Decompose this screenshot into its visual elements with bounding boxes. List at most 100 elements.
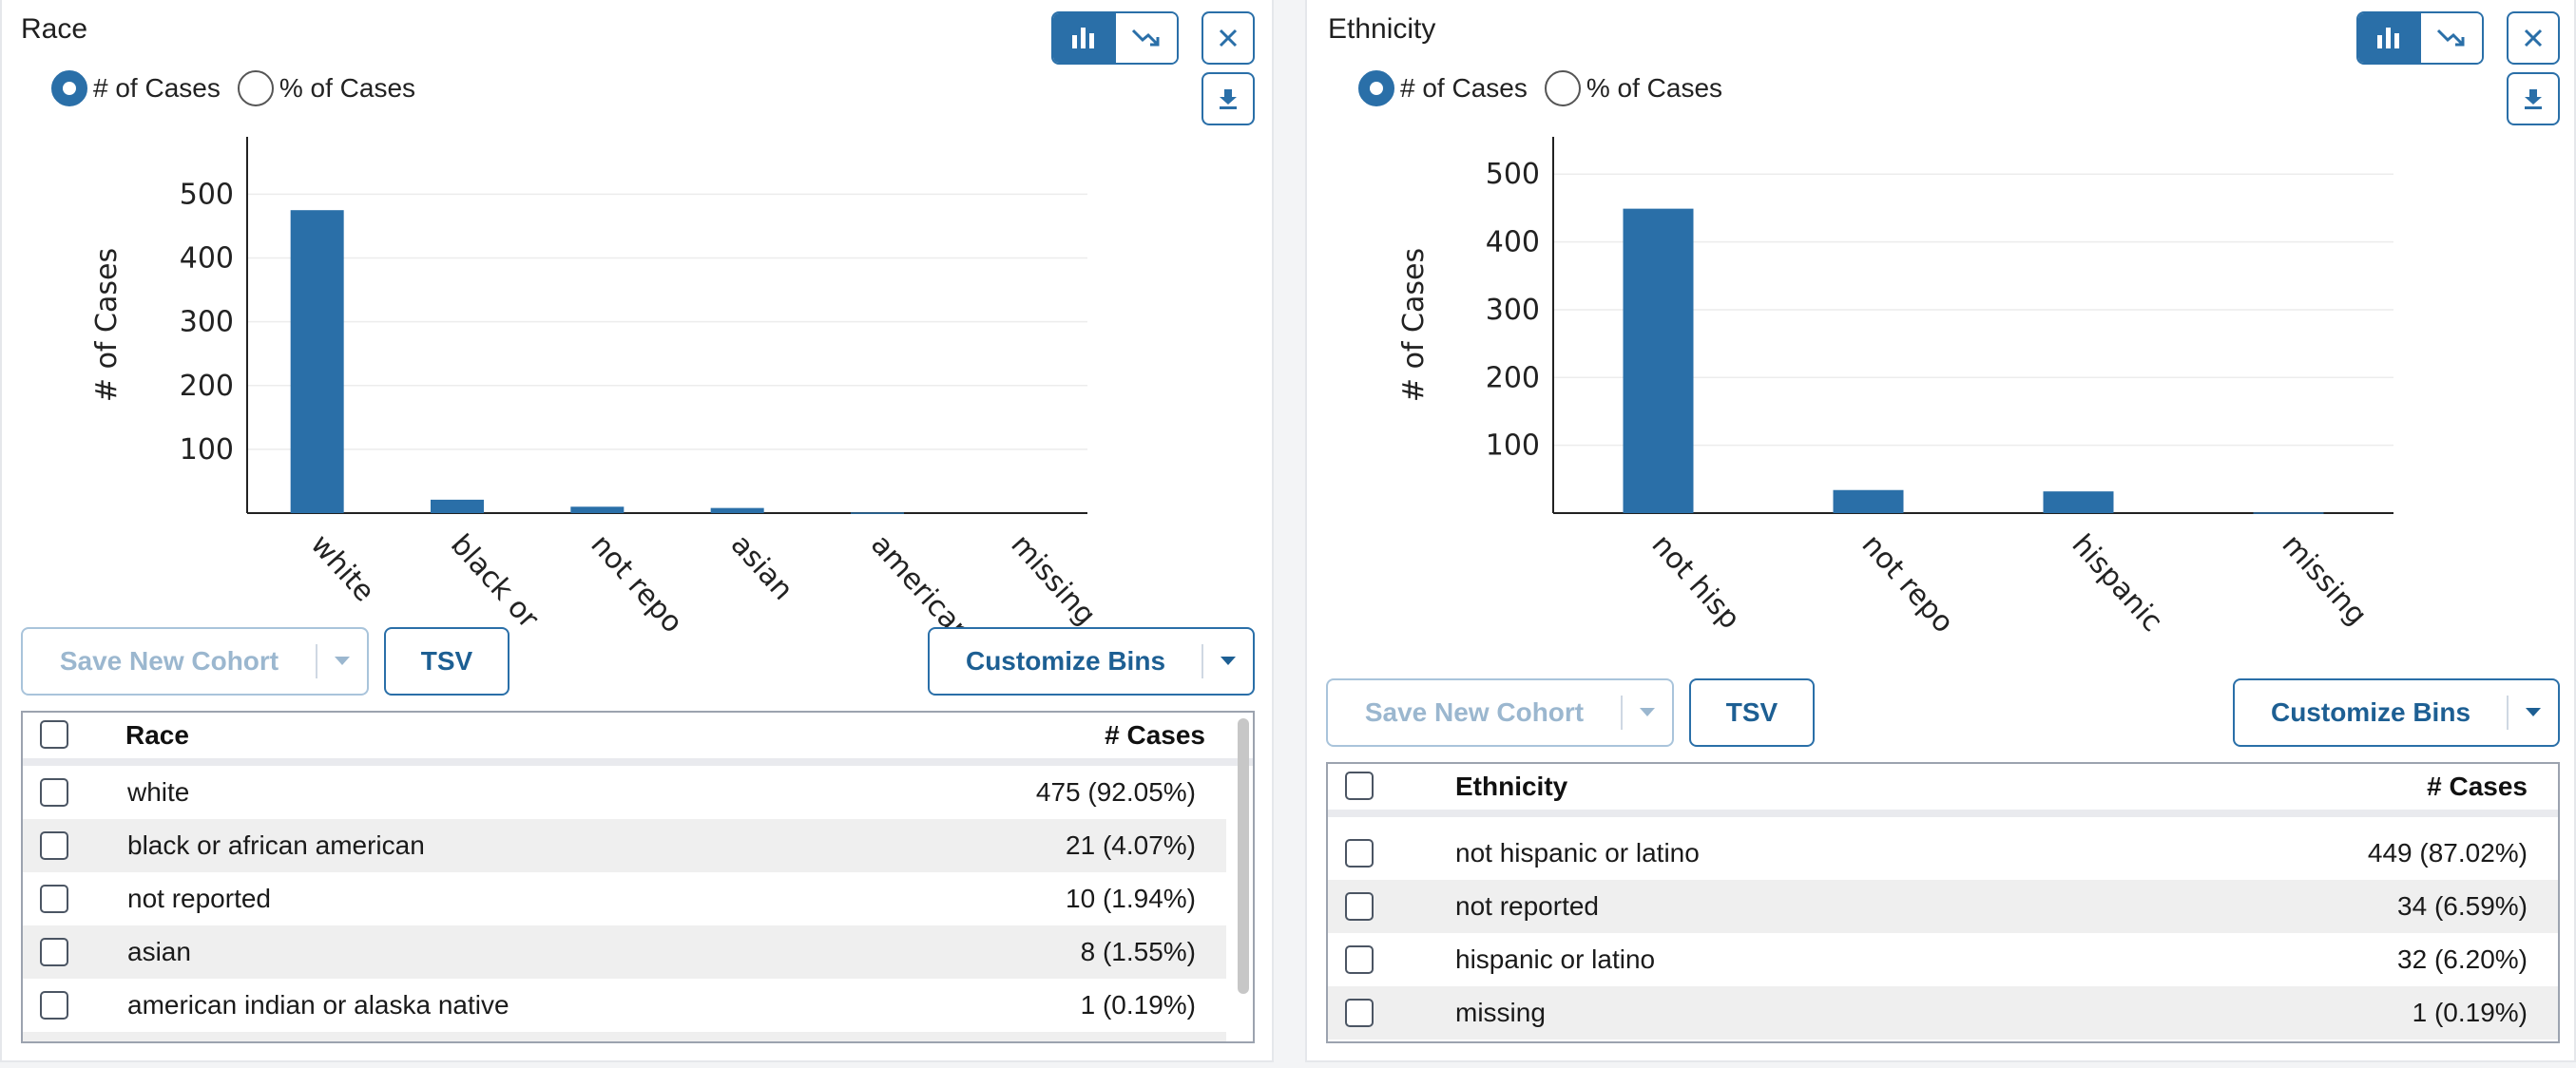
customize-bins-button[interactable]: Customize Bins — [2233, 678, 2560, 747]
close-icon — [2524, 29, 2543, 48]
row-checkbox[interactable] — [1345, 892, 1374, 921]
table-row[interactable]: not hispanic or latino 449 (87.02%) — [1328, 827, 2558, 880]
column-header-race: Race — [125, 720, 189, 750]
row-checkbox[interactable] — [40, 885, 68, 913]
bar-chart-icon — [1072, 28, 1094, 48]
x-tick-label: not hisp — [1645, 528, 1747, 636]
table-scrollbar[interactable] — [1238, 718, 1249, 994]
y-tick-label: 200 — [1486, 361, 1540, 394]
row-count: 8 (1.55%) — [1080, 937, 1196, 966]
row-name: not reported — [1455, 891, 1599, 921]
customize-bins-label: Customize Bins — [965, 646, 1166, 676]
tsv-button[interactable]: TSV — [384, 627, 509, 696]
row-count: 21 (4.07%) — [1066, 830, 1196, 860]
table-row-partial — [23, 1032, 1226, 1041]
x-tick-label: not repo — [1855, 528, 1960, 639]
chevron-down-icon[interactable] — [1623, 708, 1672, 717]
table-header: Ethnicity # Cases — [1328, 764, 2558, 817]
x-tick-label: not repo — [584, 528, 688, 639]
download-icon — [1220, 89, 1237, 109]
column-header-ethnicity: Ethnicity — [1455, 772, 1568, 801]
row-checkbox[interactable] — [40, 938, 68, 966]
x-tick-label: missing — [2276, 528, 2374, 632]
y-tick-label: 400 — [1486, 226, 1540, 259]
count-radio[interactable] — [1358, 70, 1394, 106]
bar — [1623, 208, 1694, 513]
x-tick-label: white — [304, 528, 381, 608]
x-tick-label: missing — [1004, 528, 1102, 632]
y-tick-label: 300 — [1486, 294, 1540, 327]
download-button[interactable] — [1201, 72, 1255, 125]
row-name: white — [127, 777, 190, 807]
column-header-cases: # Cases — [1105, 720, 1205, 750]
y-tick-label: 500 — [180, 178, 234, 211]
percent-radio[interactable] — [1544, 70, 1581, 106]
row-count: 1 (0.19%) — [1080, 990, 1196, 1020]
table-header: Race # Cases — [23, 713, 1253, 766]
table-row[interactable]: hispanic or latino 32 (6.20%) — [1328, 933, 2558, 986]
row-count: 34 (6.59%) — [2397, 891, 2528, 921]
tsv-label: TSV — [420, 646, 473, 676]
close-button[interactable] — [2507, 11, 2560, 65]
count-radio-label: # of Cases — [93, 73, 221, 103]
download-button[interactable] — [2507, 72, 2560, 125]
row-checkbox[interactable] — [40, 778, 68, 807]
ethnicity-table: Ethnicity # Cases not hispanic or latino… — [1326, 762, 2560, 1043]
customize-bins-button[interactable]: Customize Bins — [928, 627, 1255, 696]
percent-radio-label: % of Cases — [1586, 73, 1723, 103]
row-checkbox[interactable] — [40, 991, 68, 1020]
save-new-cohort-label: Save New Cohort — [1364, 697, 1585, 727]
race-table: Race # Cases white 475 (92.05%) black or… — [21, 711, 1255, 1043]
table-row[interactable]: missing 1 (0.19%) — [1328, 986, 2558, 1039]
tsv-label: TSV — [1725, 697, 1778, 727]
column-header-cases: # Cases — [2427, 772, 2528, 801]
save-new-cohort-button[interactable]: Save New Cohort — [21, 627, 369, 696]
select-all-checkbox[interactable] — [40, 720, 68, 749]
count-radio[interactable] — [51, 70, 87, 106]
y-tick-label: 100 — [1486, 429, 1540, 463]
row-count: 475 (92.05%) — [1035, 777, 1196, 807]
survival-plot-button[interactable] — [1114, 13, 1177, 63]
save-new-cohort-label: Save New Cohort — [59, 646, 279, 676]
survival-plot-button[interactable] — [2419, 13, 2482, 63]
chevron-down-icon[interactable] — [1203, 657, 1253, 666]
card-title: Ethnicity — [1328, 13, 1436, 45]
bar — [2043, 491, 2114, 513]
chevron-down-icon[interactable] — [2509, 708, 2558, 717]
close-button[interactable] — [1201, 11, 1255, 65]
table-row[interactable]: white 475 (92.05%) — [23, 766, 1226, 819]
row-name: hispanic or latino — [1455, 944, 1656, 974]
chevron-down-icon[interactable] — [317, 657, 367, 666]
bar-chart-button[interactable] — [1053, 13, 1114, 63]
row-name: asian — [127, 937, 191, 966]
y-axis-title: # of Cases — [1397, 248, 1431, 402]
table-row[interactable]: black or african american 21 (4.07%) — [23, 819, 1226, 872]
table-row[interactable]: not reported 34 (6.59%) — [1328, 880, 2558, 933]
race-bar-chart: 100 200 300 400 500 # of Cases white black or no… — [90, 137, 1102, 650]
row-checkbox[interactable] — [1345, 839, 1374, 868]
bar — [851, 512, 904, 514]
save-new-cohort-button[interactable]: Save New Cohort — [1326, 678, 1674, 747]
row-name: black or african american — [127, 830, 425, 860]
ethnicity-card: Ethnicity # of Cases % of Cases 100 200 … — [1305, 0, 2576, 1062]
bar-chart-icon — [2377, 28, 2399, 48]
ethnicity-bar-chart: 100 200 300 400 500 # of Cases not hisp not rep… — [1397, 137, 2393, 639]
percent-radio[interactable] — [237, 70, 274, 106]
percent-radio-label: % of Cases — [279, 73, 416, 103]
y-tick-label: 500 — [1486, 158, 1540, 191]
tsv-button[interactable]: TSV — [1689, 678, 1815, 747]
table-row[interactable]: american indian or alaska native 1 (0.19… — [23, 979, 1226, 1032]
row-checkbox[interactable] — [1345, 999, 1374, 1027]
table-row[interactable]: not reported 10 (1.94%) — [23, 872, 1226, 925]
row-checkbox[interactable] — [40, 831, 68, 860]
trend-down-icon — [1131, 29, 1160, 47]
row-checkbox[interactable] — [1345, 945, 1374, 974]
bar-chart-button[interactable] — [2358, 13, 2419, 63]
bar — [710, 507, 764, 513]
y-axis-title: # of Cases — [90, 248, 124, 402]
chart-type-toggle — [1051, 11, 1179, 65]
table-row[interactable]: asian 8 (1.55%) — [23, 925, 1226, 979]
chart-type-toggle — [2356, 11, 2484, 65]
select-all-checkbox[interactable] — [1345, 772, 1374, 800]
y-tick-label: 200 — [180, 370, 234, 403]
